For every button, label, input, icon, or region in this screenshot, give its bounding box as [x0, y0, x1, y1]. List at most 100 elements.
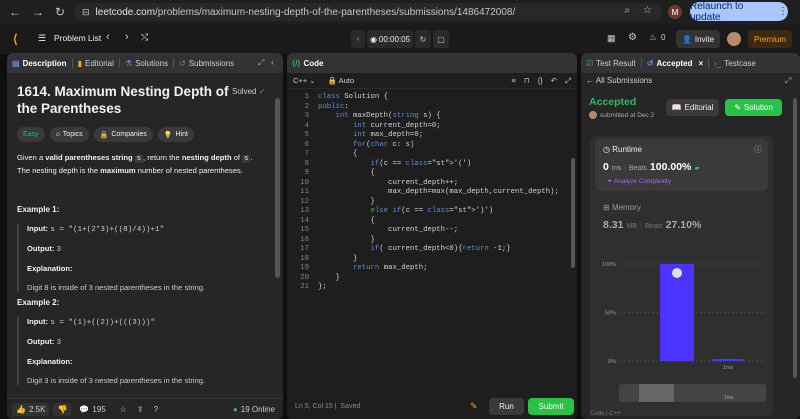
range-handle[interactable] — [639, 384, 674, 402]
button-label: Solution — [743, 103, 773, 112]
code-line[interactable]: { — [318, 169, 559, 179]
result-scrollbar[interactable] — [793, 98, 797, 378]
streak-icon[interactable]: ♨ — [649, 32, 657, 43]
problem-list-link[interactable]: Problem List — [54, 33, 101, 43]
solution-button[interactable]: ✎ Solution — [725, 99, 782, 116]
code-line[interactable]: } — [318, 255, 559, 265]
analyze-complexity-link[interactable]: ✦ Analyze Complexity — [607, 177, 671, 185]
share-icon[interactable]: ⇪ — [137, 405, 144, 414]
zoom-icon[interactable]: ⌕ — [624, 5, 630, 16]
code-line[interactable]: if(c == class="st">'(') — [318, 160, 559, 170]
collapse-panel-icon[interactable]: ‹ — [271, 57, 274, 67]
tab-test-result[interactable]: ☑ Test Result — [581, 53, 641, 73]
back-icon[interactable]: ← — [6, 3, 24, 21]
code-line[interactable]: if( current_depth<0){return -1;} — [318, 245, 559, 255]
line-number: 5 — [304, 131, 309, 139]
code-line[interactable]: } — [318, 236, 559, 246]
tab-editorial[interactable]: ▮ Editorial — [73, 53, 119, 73]
prev-problem-icon[interactable]: ‹ — [106, 31, 110, 43]
code-editor[interactable]: 1 2 3 4 5 6 7 8 9 10 11 12 13 14 15 16 17 18 19 20 21 class … — [287, 93, 577, 363]
relaunch-button[interactable]: Relaunch to update ⋮ — [690, 1, 788, 23]
comments-button[interactable]: 💬 195 — [79, 405, 105, 414]
expand-icon[interactable]: ⤢ — [785, 76, 791, 86]
example-1: Input: s = "(1+(2*3)+((8)/4))+1" Output:… — [17, 224, 269, 292]
mode-select[interactable]: 🔒 Auto — [328, 76, 354, 85]
reload-icon[interactable]: ↻ — [51, 3, 69, 21]
code-line[interactable]: int max_depth=0; — [318, 131, 559, 141]
code-line[interactable]: return max_depth; — [318, 264, 559, 274]
memory-beats: 27.10% — [665, 219, 702, 231]
hint-pill[interactable]: 💡 Hint — [157, 127, 194, 142]
code-line[interactable]: int maxDepth(string s) { — [318, 112, 559, 122]
code-line[interactable]: }; — [318, 283, 559, 293]
result-panel: ☑ Test Result ↺ Accepted × ›_ Testcase ← All… — [581, 53, 800, 419]
debug-icon[interactable]: ✎ — [470, 401, 478, 412]
bookmark-icon[interactable]: ⊓ — [524, 76, 530, 85]
close-tab-icon[interactable]: × — [698, 59, 703, 68]
site-info-icon[interactable]: ⊟ — [82, 7, 90, 18]
memory-value: 8.31 — [603, 219, 624, 231]
scrollbar[interactable] — [275, 98, 280, 278]
code-line[interactable]: public: — [318, 103, 559, 113]
arrow-left-icon: ← — [586, 76, 594, 85]
tab-code[interactable]: ⟨/⟩ Code — [287, 53, 328, 73]
braces-icon[interactable]: {} — [538, 76, 543, 85]
invite-button[interactable]: 👤 Invite — [676, 30, 720, 48]
info-icon[interactable]: ⓘ — [754, 144, 762, 155]
range-selector[interactable]: 1ms — [619, 384, 766, 402]
tab-solutions[interactable]: ⚗ Solutions — [120, 53, 173, 73]
code-line[interactable]: { — [318, 150, 559, 160]
dislike-button[interactable]: 👎 — [53, 402, 72, 416]
shuffle-icon[interactable]: ⤭ — [141, 32, 148, 43]
problem-list-icon[interactable]: ☰ — [38, 33, 46, 44]
button-label: Editorial — [684, 103, 714, 112]
user-avatar[interactable] — [727, 32, 741, 46]
editor-scrollbar[interactable] — [571, 158, 575, 268]
reset-code-icon[interactable]: ↶ — [551, 76, 557, 85]
tab-submissions[interactable]: ↺ Submissions — [174, 53, 239, 73]
code-line[interactable]: class Solution { — [318, 93, 559, 103]
runtime-header: ◷ Runtime — [603, 145, 642, 154]
companies-pill[interactable]: 🔒 Companies — [93, 127, 153, 142]
title-line: 1614. Maximum Nesting Depth of — [17, 84, 229, 99]
collapse-icon[interactable]: ‹ — [351, 30, 365, 48]
tab-testcase[interactable]: ›_ Testcase — [709, 53, 761, 73]
tab-accepted[interactable]: ↺ Accepted × — [642, 53, 708, 73]
premium-button[interactable]: Premium — [748, 30, 792, 48]
book-icon: ▮ — [77, 58, 82, 68]
help-icon[interactable]: ? — [154, 405, 158, 414]
run-button[interactable]: Run — [489, 398, 524, 415]
code-line[interactable]: { — [318, 217, 559, 227]
code-line[interactable]: } — [318, 198, 559, 208]
format-icon[interactable]: ≡ — [511, 76, 515, 85]
code-line[interactable]: int current_depth=0; — [318, 122, 559, 132]
description-tabs: ▤ Description ▮ Editorial ⚗ Solutions ↺ Subm… — [7, 53, 283, 73]
code-line[interactable]: } — [318, 274, 559, 284]
code-line[interactable]: current_depth--; — [318, 226, 559, 236]
fullscreen-icon[interactable]: ⤢ — [565, 76, 571, 86]
bookmark-star-icon[interactable]: ☆ — [643, 5, 652, 16]
submit-button[interactable]: Submit — [528, 398, 574, 415]
all-submissions-link[interactable]: ← All Submissions — [586, 76, 652, 85]
timer[interactable]: ◉ 00:00:05 — [367, 30, 413, 48]
address-bar[interactable]: ⊟ leetcode.com/problems/maximum-nesting-… — [74, 3, 662, 21]
favorite-icon[interactable]: ☆ — [120, 405, 127, 414]
forward-icon[interactable]: → — [29, 3, 47, 21]
topics-pill[interactable]: ⌂ Topics — [49, 127, 89, 142]
editorial-button[interactable]: 📖 Editorial — [666, 99, 719, 116]
tab-description[interactable]: ▤ Description — [7, 53, 72, 73]
language-select[interactable]: C++ ⌄ — [293, 76, 316, 85]
layout-icon[interactable]: ▦ — [607, 33, 616, 44]
like-button[interactable]: 👍 2.5K — [12, 402, 50, 416]
reset-timer-icon[interactable]: ↻ — [415, 30, 431, 48]
code-line[interactable]: else if(c == class="st">')') — [318, 207, 559, 217]
settings-icon[interactable]: ⚙ — [628, 32, 637, 43]
leetcode-logo[interactable]: ⟨ — [13, 32, 25, 46]
code-line[interactable]: for(char c: s) — [318, 141, 559, 151]
code-line[interactable]: current_depth++; — [318, 179, 559, 189]
code-line[interactable]: max_depth=max(max_depth,current_depth); — [318, 188, 559, 198]
profile-avatar[interactable]: M — [668, 5, 682, 19]
next-problem-icon[interactable]: › — [125, 31, 129, 43]
maximize-icon[interactable]: ⤢ — [258, 58, 264, 68]
notes-icon[interactable]: ▢ — [433, 30, 449, 48]
